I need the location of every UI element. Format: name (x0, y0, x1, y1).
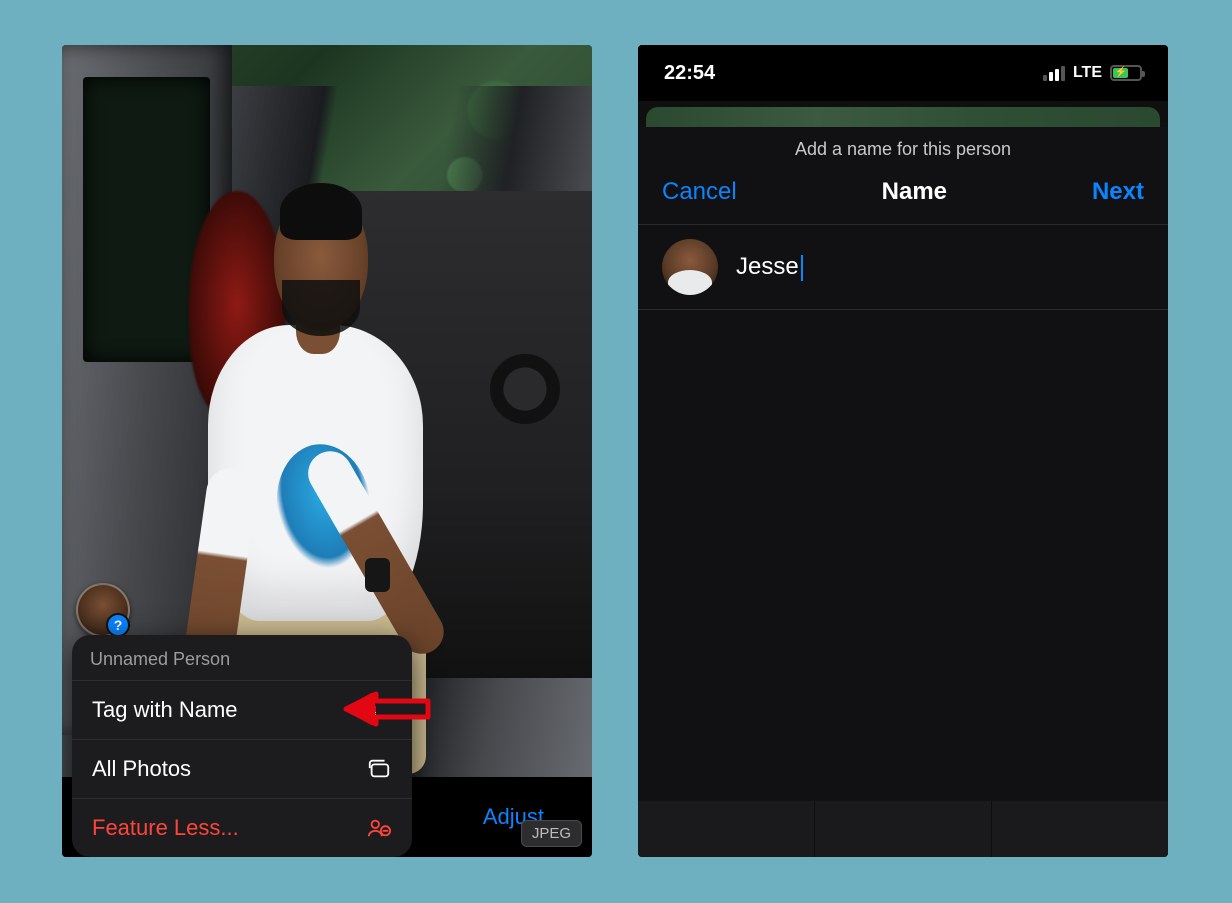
suggestion-slot-3[interactable] (992, 801, 1168, 857)
stacked-photos-icon (366, 756, 392, 782)
battery-icon: ⚡ (1110, 65, 1142, 81)
person-hair (280, 183, 363, 240)
person-beard (282, 280, 359, 337)
suggestion-slot-2[interactable] (815, 801, 992, 857)
person-context-menu: Unnamed Person Tag with Name All Photos … (72, 635, 412, 857)
sheet-subtitle: Add a name for this person (638, 127, 1168, 178)
name-sheet: Add a name for this person Cancel Name N… (638, 127, 1168, 857)
cellular-signal-icon (1043, 66, 1065, 81)
status-bar: 22:54 LTE ⚡ (638, 45, 1168, 101)
status-right-group: LTE ⚡ (1043, 64, 1142, 82)
avatar (662, 239, 718, 295)
left-phone-frame: Adjust JPEG Unnamed Person Tag with Name… (62, 45, 592, 857)
sheet-title: Name (882, 178, 947, 206)
name-input-value: Jesse (736, 253, 799, 280)
keyboard-suggestion-bar[interactable] (638, 801, 1168, 857)
menu-tag-with-name-label: Tag with Name (92, 697, 238, 723)
menu-feature-less[interactable]: Feature Less... (72, 798, 412, 857)
background-photo-strip (646, 107, 1160, 129)
menu-feature-less-label: Feature Less... (92, 815, 239, 841)
face-recognition-chip[interactable] (76, 583, 130, 637)
person-watch (365, 558, 390, 592)
suggestion-slot-1[interactable] (638, 801, 815, 857)
steering-wheel (490, 354, 560, 424)
name-input-row[interactable]: Jesse (638, 224, 1168, 310)
cancel-button[interactable]: Cancel (662, 178, 737, 206)
menu-header: Unnamed Person (72, 635, 412, 680)
name-input[interactable]: Jesse (736, 253, 803, 281)
menu-tag-with-name[interactable]: Tag with Name (72, 680, 412, 739)
status-time: 22:54 (664, 62, 715, 85)
person-minus-icon (366, 815, 392, 841)
menu-all-photos-label: All Photos (92, 756, 191, 782)
text-caret (801, 255, 803, 281)
pencil-icon (366, 697, 392, 723)
format-badge: JPEG (521, 820, 582, 847)
sheet-nav: Cancel Name Next (638, 178, 1168, 224)
right-phone-frame: 22:54 LTE ⚡ Add a name for this person C… (638, 45, 1168, 857)
next-button[interactable]: Next (1092, 178, 1144, 206)
menu-all-photos[interactable]: All Photos (72, 739, 412, 798)
network-type: LTE (1073, 64, 1102, 82)
